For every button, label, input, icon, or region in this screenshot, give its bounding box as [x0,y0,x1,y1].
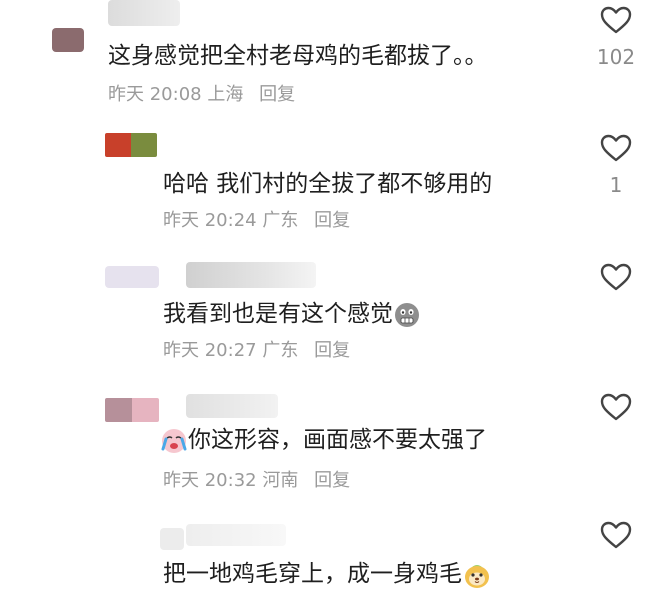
avatar[interactable] [160,528,184,550]
avatar-part [131,133,157,157]
reply-button[interactable]: 回复 [314,340,350,361]
avatar[interactable] [105,266,159,288]
like-button[interactable] [596,393,636,421]
heart-icon [600,134,632,162]
comment-text: 你这形容，画面感不要太强了 [160,424,487,456]
blurred-username [186,394,278,418]
like-button[interactable] [596,263,636,291]
like-count: 102 [596,45,636,69]
comment-text: 哈哈 我们村的全拔了都不够用的 [163,171,493,197]
comment-text: 把一地鸡毛穿上，成一身鸡毛 [163,558,492,590]
comment-location: 广东 [262,210,299,231]
heart-icon [600,521,632,549]
comment-location: 广东 [262,340,299,361]
like-button[interactable] [596,521,636,549]
reply-button[interactable]: 回复 [314,210,350,231]
comment-meta: 昨天 20:08 上海 回复 [108,82,295,108]
heart-icon [600,393,632,421]
cute-face-icon [465,564,489,588]
like-button[interactable]: 1 [596,134,636,198]
reply-button[interactable]: 回复 [314,470,350,491]
avatar[interactable] [105,398,132,422]
comment-text-content: 你这形容，画面感不要太强了 [188,427,487,453]
comment-text: 这身感觉把全村老母鸡的毛都拔了。。 [108,43,488,69]
comment-location: 河南 [262,470,299,491]
reply-button[interactable]: 回复 [259,84,295,105]
comment-text-content: 我看到也是有这个感觉 [163,301,393,327]
like-count: 1 [609,173,623,197]
crying-face-icon [161,428,187,453]
comment-time: 昨天 20:27 [163,340,257,361]
blurred-username [186,262,316,288]
like-button[interactable]: 102 [596,6,636,70]
comment-location: 上海 [207,84,244,105]
avatar[interactable] [105,133,131,157]
comment-meta: 昨天 20:24 广东 回复 [163,208,350,234]
comment-text-content: 把一地鸡毛穿上，成一身鸡毛 [163,561,462,587]
blurred-avatar [108,0,180,26]
comment-text: 我看到也是有这个感觉 [163,298,421,330]
avatar-part [132,398,159,422]
heart-icon [600,6,632,34]
comment-time: 昨天 20:32 [163,470,257,491]
grimace-face-icon [395,302,419,327]
comment-time: 昨天 20:24 [163,210,257,231]
comment-time: 昨天 20:08 [108,84,202,105]
avatar[interactable] [52,28,84,52]
blurred-username [186,524,286,546]
comment-meta: 昨天 20:27 广东 回复 [163,338,350,364]
comment-meta: 昨天 20:32 河南 回复 [163,468,350,494]
heart-icon [600,263,632,291]
